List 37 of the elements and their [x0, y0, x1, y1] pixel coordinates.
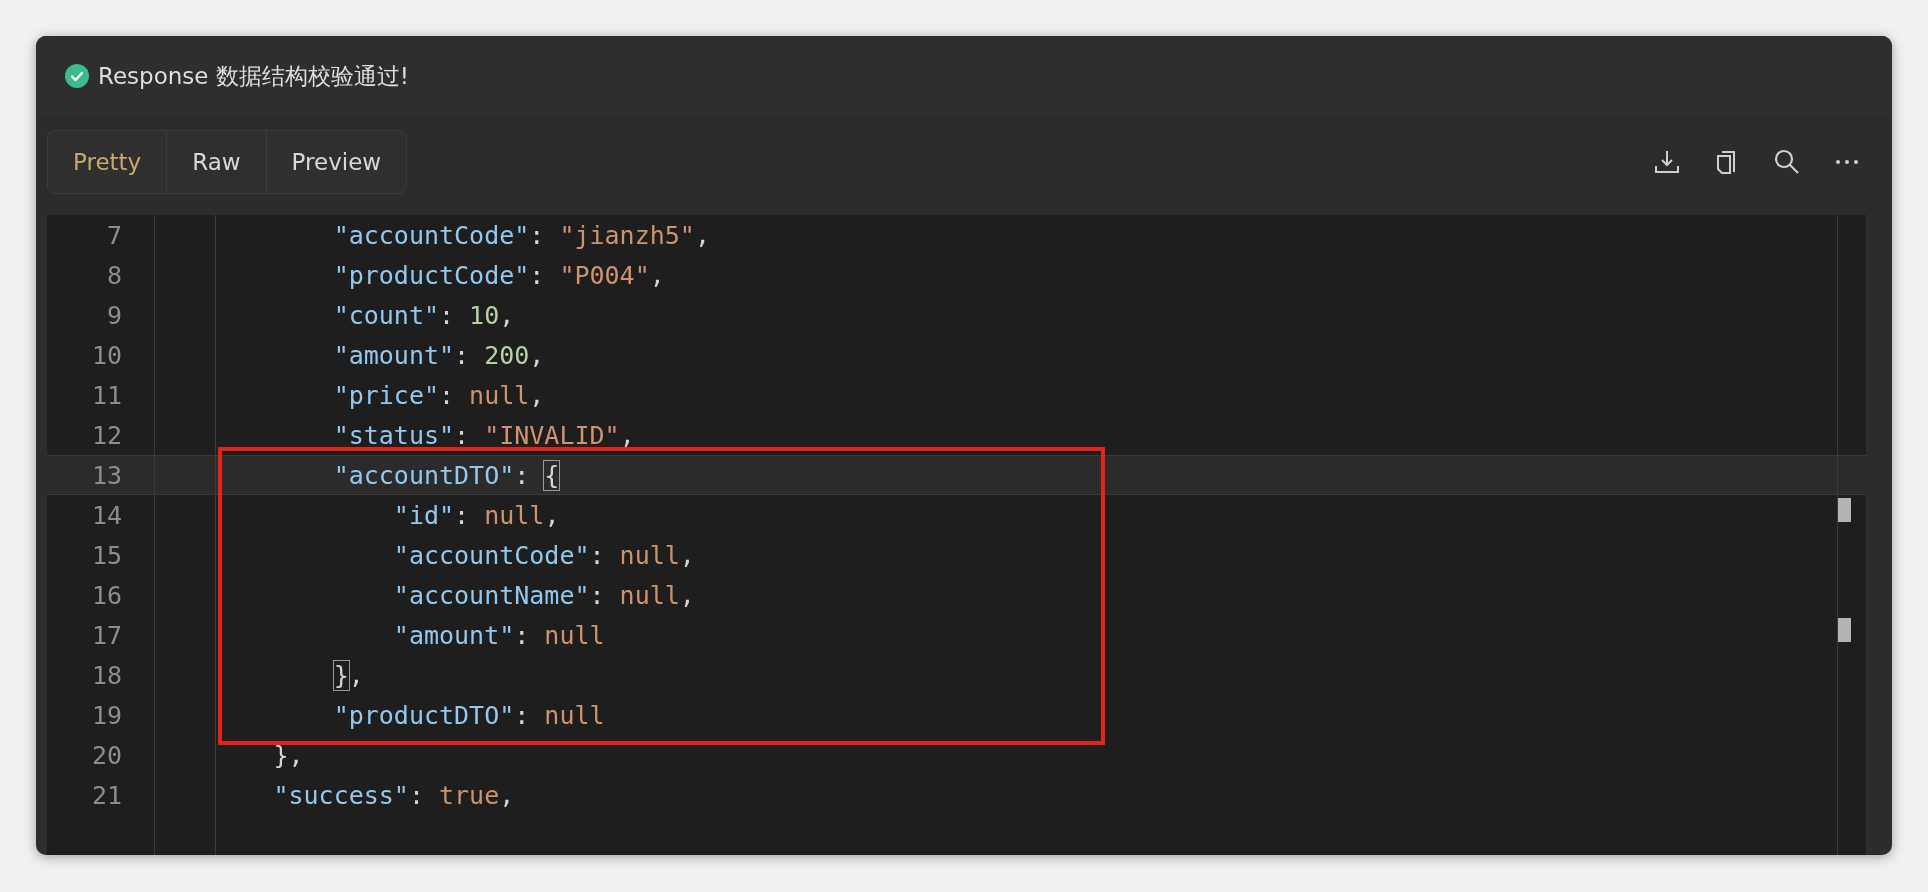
scroll-marker: [1838, 618, 1851, 642]
code-line: "amount": null: [392, 620, 605, 650]
line-number: 10: [90, 340, 123, 370]
line-number: 21: [90, 780, 123, 810]
code-line: "amount": 200,: [332, 340, 545, 370]
line-number: 14: [90, 500, 123, 530]
line-number: 18: [90, 660, 123, 690]
line-number: 12: [90, 420, 123, 450]
code-line: },: [332, 660, 364, 690]
code-line: "accountDTO": {: [332, 460, 560, 490]
line-number: 11: [90, 380, 123, 410]
code-line: "status": "INVALID",: [332, 420, 635, 450]
line-number: 19: [90, 700, 123, 730]
line-number: 15: [90, 540, 123, 570]
code-line: "success": true,: [272, 780, 515, 810]
line-number: 20: [90, 740, 123, 770]
line-number: 17: [90, 620, 123, 650]
code-line: "id": null,: [392, 500, 560, 530]
code-line: "productCode": "P004",: [332, 260, 665, 290]
line-number: 13: [90, 460, 123, 490]
code-line: "accountCode": null,: [392, 540, 695, 570]
view-tab[interactable]: Pretty: [48, 131, 168, 193]
line-number: 8: [105, 260, 123, 290]
code-line: },: [272, 740, 304, 770]
line-number: 7: [105, 220, 123, 250]
view-tab[interactable]: Raw: [167, 131, 267, 193]
code-line: "accountCode": "jianzh5",: [332, 220, 710, 250]
code-line: "accountName": null,: [392, 580, 695, 610]
status-message: Response 数据结构校验通过!: [98, 61, 409, 91]
view-tab[interactable]: Preview: [266, 131, 407, 193]
code-line: "price": null,: [332, 380, 545, 410]
line-number: 9: [105, 300, 123, 330]
code-line: "count": 10,: [332, 300, 515, 330]
line-number: 16: [90, 580, 123, 610]
code-line: "productDTO": null: [332, 700, 605, 730]
check-icon: [64, 63, 90, 89]
scroll-marker: [1838, 498, 1851, 522]
